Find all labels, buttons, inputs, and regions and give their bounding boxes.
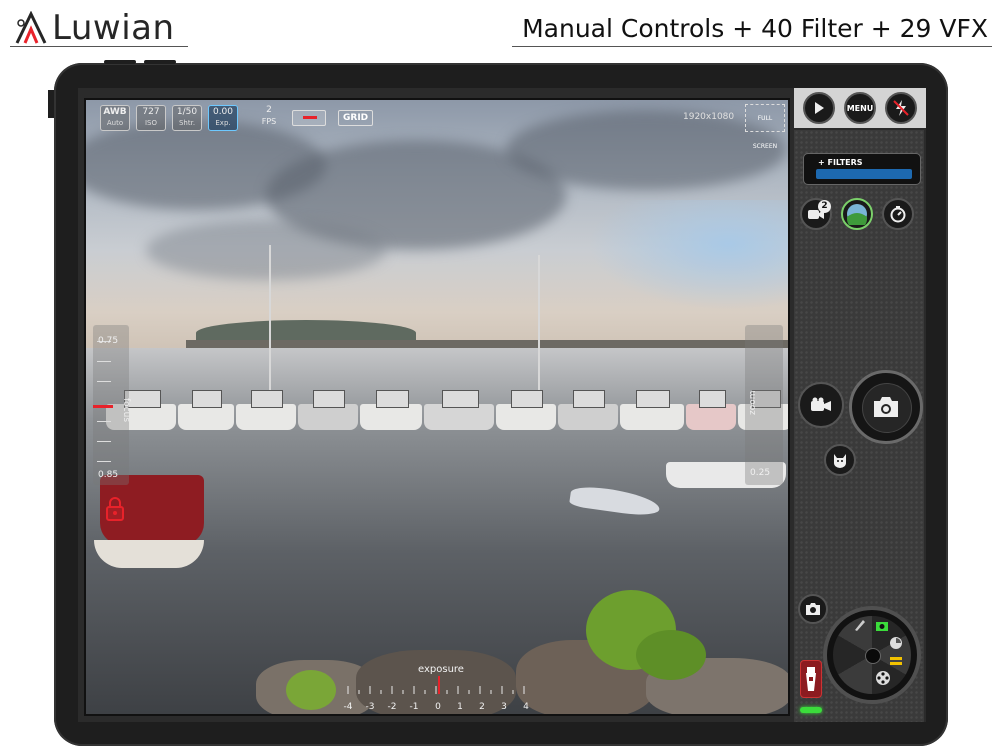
grid-button[interactable]: GRID	[338, 110, 374, 126]
exposure-tick: -2	[387, 702, 397, 712]
flash-off-icon	[893, 100, 909, 116]
focus-bottom-value: 0.85	[98, 470, 119, 480]
switch-camera-icon	[806, 603, 820, 615]
side-button	[48, 90, 54, 118]
camera-viewfinder[interactable]	[84, 98, 790, 716]
exposure-label: exposure	[418, 664, 464, 675]
exposure-marker[interactable]	[438, 676, 440, 694]
vfx-button[interactable]	[824, 444, 856, 476]
filters-bar	[816, 169, 912, 179]
exposure-button[interactable]: 0.00 Exp.	[208, 105, 238, 131]
camera-count-badge: 2	[818, 200, 831, 213]
mode-dial[interactable]	[823, 606, 921, 704]
logo: Luwian	[14, 8, 175, 48]
play-icon	[815, 102, 824, 114]
manual-controls-bar: AWB Auto 727 ISO 1/50 Shtr. 0.00 Exp. 2 …	[100, 105, 374, 133]
power-button	[144, 60, 176, 64]
exposure-tick: 3	[501, 702, 507, 712]
camera-icon	[874, 397, 898, 417]
torch-icon	[806, 667, 816, 691]
timer-icon	[890, 206, 906, 223]
camera-count-button[interactable]: 2	[800, 198, 832, 230]
exposure-tick: 4	[523, 702, 529, 712]
scene-preset-button[interactable]	[841, 198, 873, 230]
exposure-tick: 1	[457, 702, 463, 712]
menu-button[interactable]: MENU	[844, 92, 876, 124]
fullscreen-button[interactable]: FULL SCREEN	[745, 104, 785, 150]
tagline: Manual Controls + 40 Filter + 29 VFX	[522, 14, 988, 43]
fps-button[interactable]: 2 FPS	[256, 105, 282, 131]
iso-button[interactable]: 727 ISO	[136, 105, 166, 131]
luwian-logo-icon	[15, 11, 47, 44]
exposure-tick: 2	[479, 702, 485, 712]
logo-underline	[10, 46, 188, 47]
film-reel-icon[interactable]	[875, 670, 891, 686]
resolution-label[interactable]: 1920x1080	[683, 112, 734, 122]
focus-marker[interactable]	[93, 405, 113, 408]
photo-mode-icon[interactable]	[875, 620, 889, 632]
timer-button[interactable]	[882, 198, 914, 230]
focus-label: focus	[121, 398, 131, 423]
timelapse-icon[interactable]	[889, 636, 903, 650]
awb-button[interactable]: AWB Auto	[100, 105, 130, 131]
status-led	[800, 707, 822, 713]
logo-text: Luwian	[52, 8, 175, 48]
shutter-speed-button[interactable]: 1/50 Shtr.	[172, 105, 202, 131]
exposure-scale[interactable]	[340, 678, 540, 694]
zoom-label: zoom	[748, 390, 758, 415]
zoom-value: 0.25	[750, 468, 771, 478]
video-camera-icon	[811, 397, 831, 411]
torch-button[interactable]	[800, 660, 822, 698]
exposure-tick: -4	[343, 702, 353, 712]
video-mode-button[interactable]	[798, 382, 844, 428]
shutter-button[interactable]	[849, 370, 923, 444]
filters-button[interactable]: + FILTERS	[803, 153, 921, 185]
flash-toggle-button[interactable]	[885, 92, 917, 124]
brush-icon[interactable]	[853, 618, 867, 632]
slow-motion-icon[interactable]	[889, 656, 903, 666]
exposure-tick: -3	[365, 702, 375, 712]
landscape-icon	[847, 204, 867, 225]
lock-icon[interactable]	[104, 495, 126, 523]
stabilizer-indicator[interactable]	[292, 110, 326, 126]
moored-boats	[106, 370, 788, 430]
focus-top-value: 0.75	[98, 336, 119, 346]
exposure-tick: 0	[435, 702, 441, 712]
play-button[interactable]	[803, 92, 835, 124]
tagline-underline	[512, 46, 992, 47]
cat-icon	[834, 454, 846, 468]
volume-button	[104, 60, 136, 64]
switch-camera-button[interactable]	[798, 594, 828, 624]
exposure-tick: -1	[409, 702, 419, 712]
